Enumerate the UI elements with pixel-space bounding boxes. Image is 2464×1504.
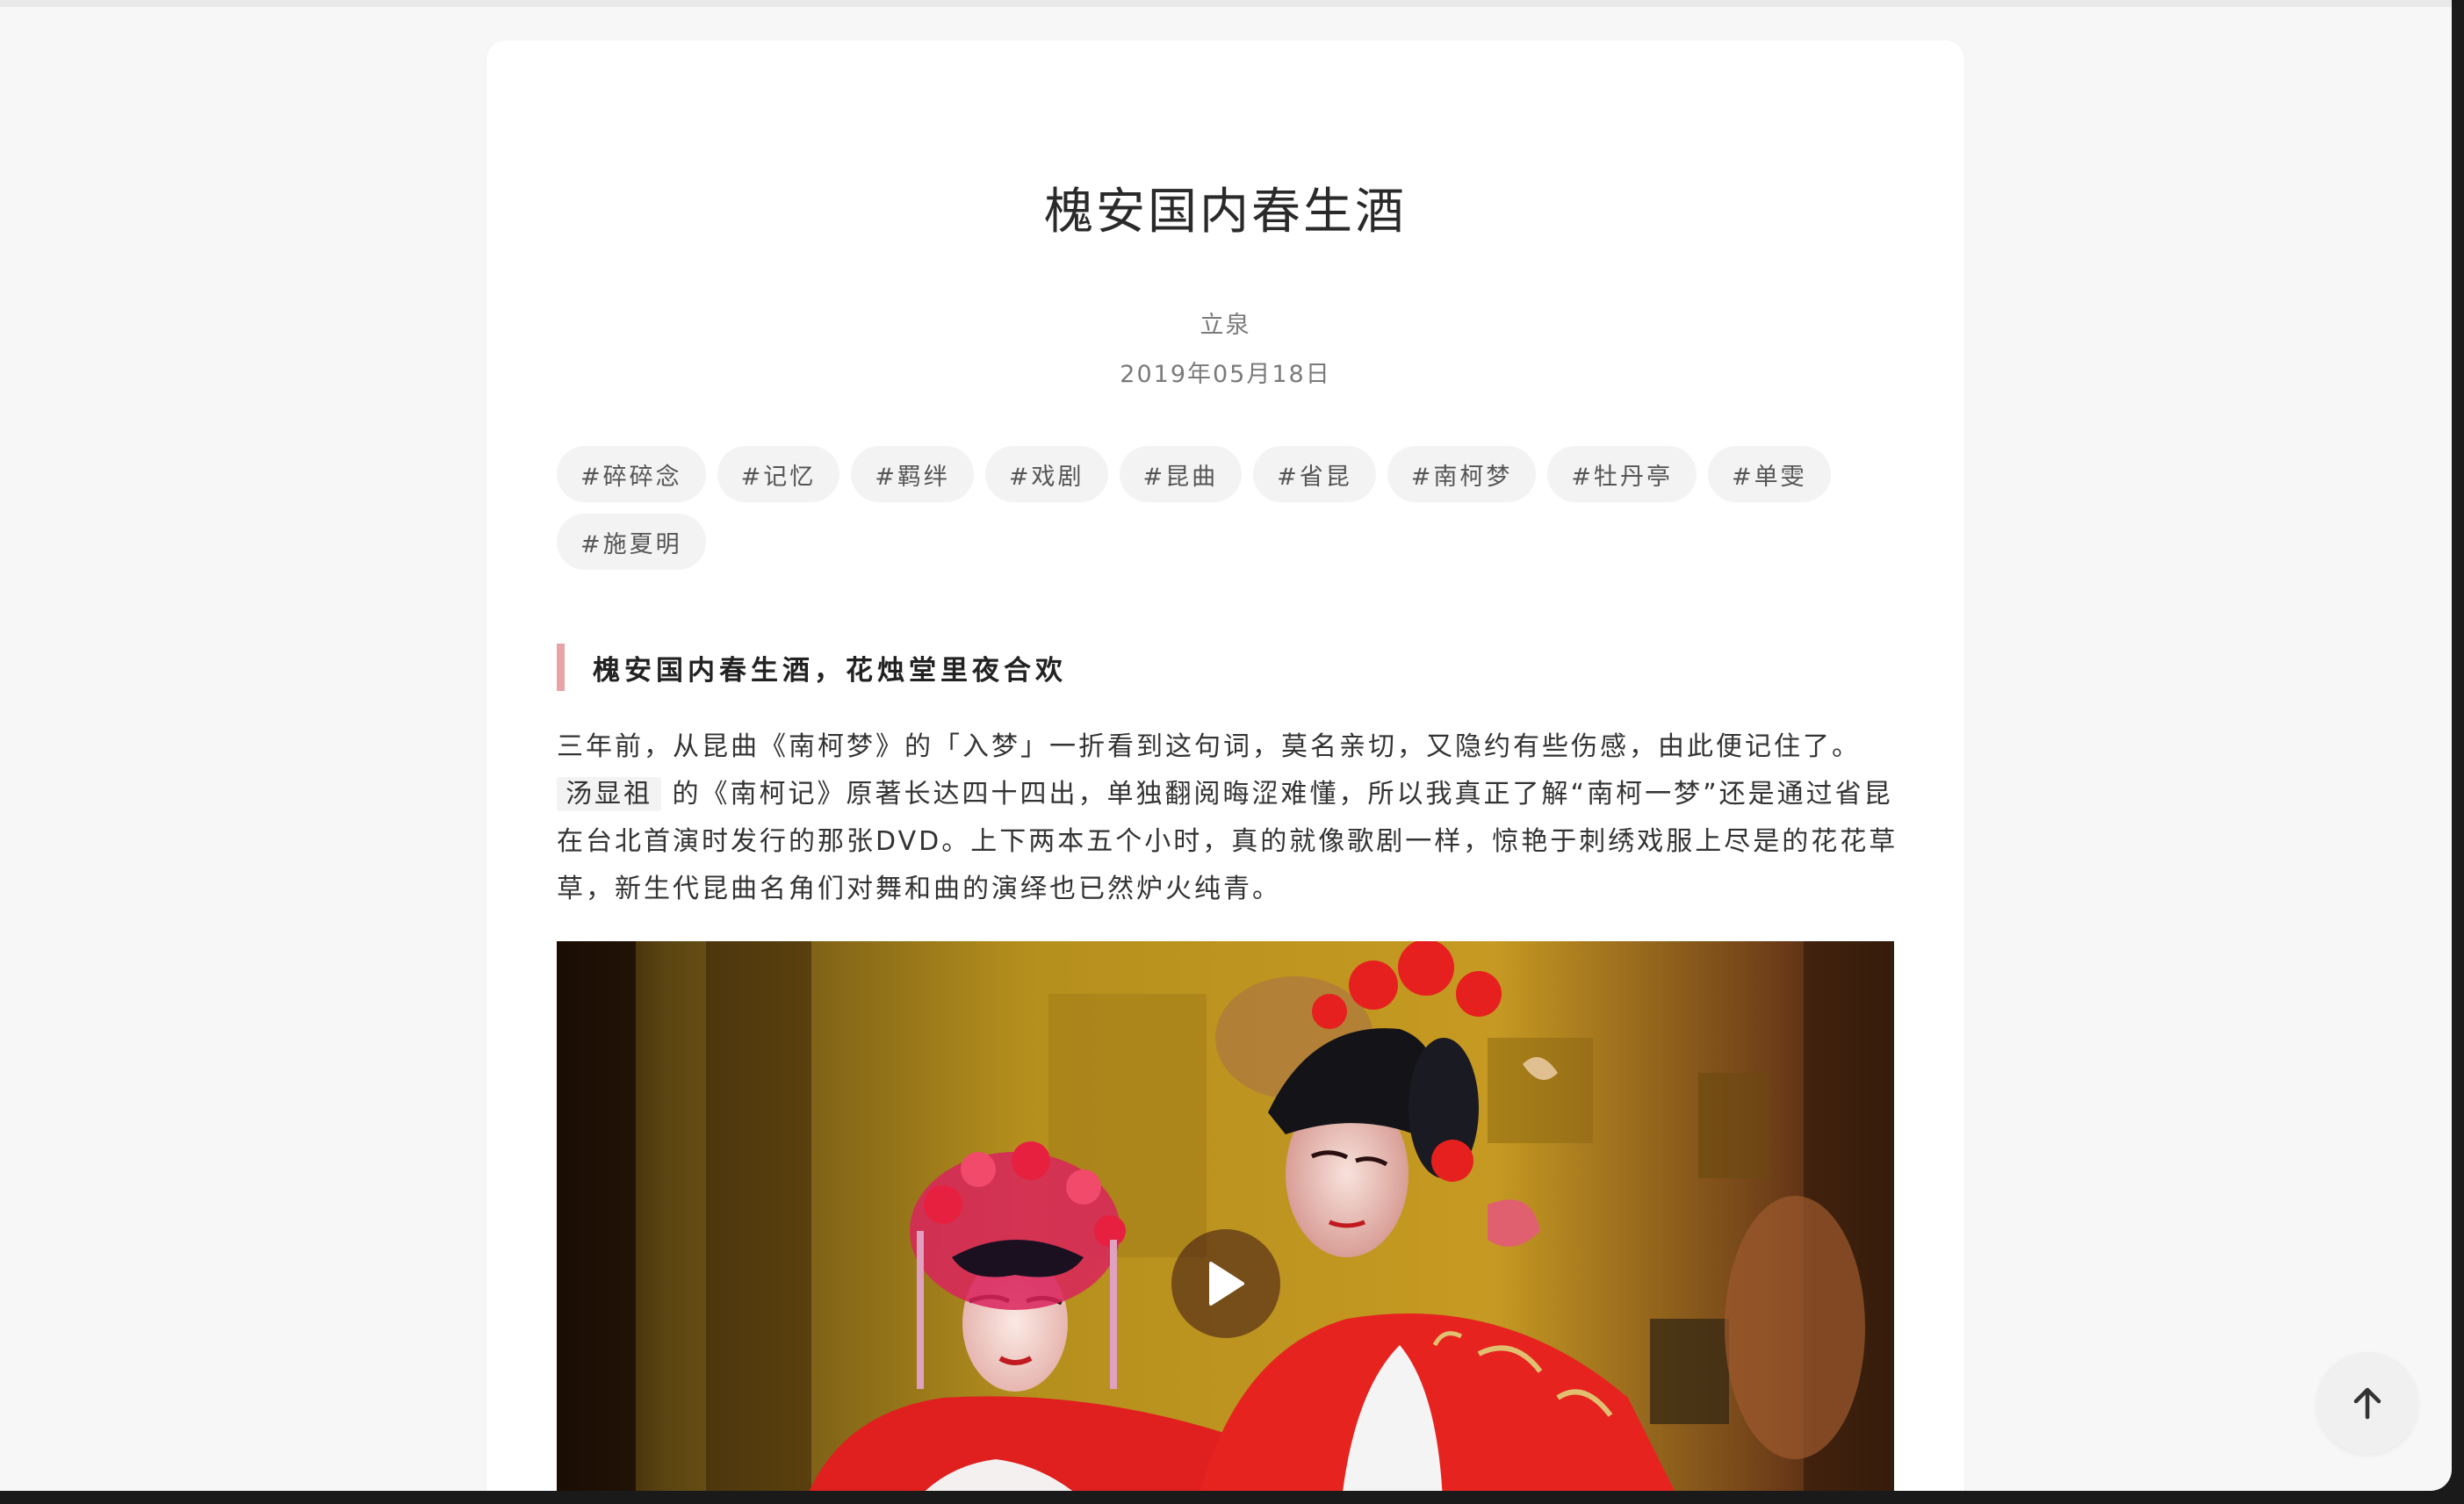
scroll-to-top-button[interactable] [2316, 1352, 2418, 1454]
paragraph-text: 三年前，从昆曲《南柯梦》的「入梦」一折看到这句词，莫名亲切，又隐约有些伤感，由此… [557, 731, 1861, 762]
article-author[interactable]: 立泉 [486, 306, 1964, 340]
paragraph-text: 的《南柯记》原著长达四十四出，单独翻阅晦涩难懂，所以我真正了解“南柯一梦”还是通… [557, 779, 1898, 904]
tag-item[interactable]: #省昆 [1253, 446, 1376, 502]
tag-item[interactable]: #碎碎念 [557, 446, 706, 502]
tag-item[interactable]: #单雯 [1708, 446, 1831, 502]
tag-item[interactable]: #记忆 [717, 446, 840, 502]
video-poster [557, 941, 1894, 1491]
tag-item[interactable]: #施夏明 [557, 514, 706, 570]
page-background: 槐安国内春生酒 立泉 2019年05月18日 #碎碎念 #记忆 #羁绊 #戏剧 … [0, 0, 2452, 1491]
tag-item[interactable]: #戏剧 [984, 446, 1108, 502]
blockquote: 槐安国内春生酒，花烛堂里夜合欢 [557, 644, 1891, 691]
tag-item[interactable]: #羁绊 [851, 446, 974, 502]
top-strip [0, 0, 2452, 7]
tag-item[interactable]: #牡丹亭 [1547, 446, 1697, 502]
inline-link-tang-xianzu[interactable]: 汤显祖 [557, 777, 661, 811]
tag-list: #碎碎念 #记忆 #羁绊 #戏剧 #昆曲 #省昆 #南柯梦 #牡丹亭 #单雯 #… [557, 446, 1909, 570]
tag-item[interactable]: #南柯梦 [1387, 446, 1537, 502]
article-date: 2019年05月18日 [1120, 361, 1331, 388]
tag-item[interactable]: #昆曲 [1119, 446, 1243, 502]
arrow-up-icon [2353, 1387, 2381, 1420]
article-title: 槐安国内春生酒 [1044, 184, 1407, 241]
play-icon [1209, 1262, 1244, 1306]
play-button[interactable] [1171, 1229, 1280, 1338]
video-player[interactable] [557, 941, 1894, 1491]
article-paragraph: 三年前，从昆曲《南柯梦》的「入梦」一折看到这句词，莫名亲切，又隐约有些伤感，由此… [557, 723, 1900, 913]
